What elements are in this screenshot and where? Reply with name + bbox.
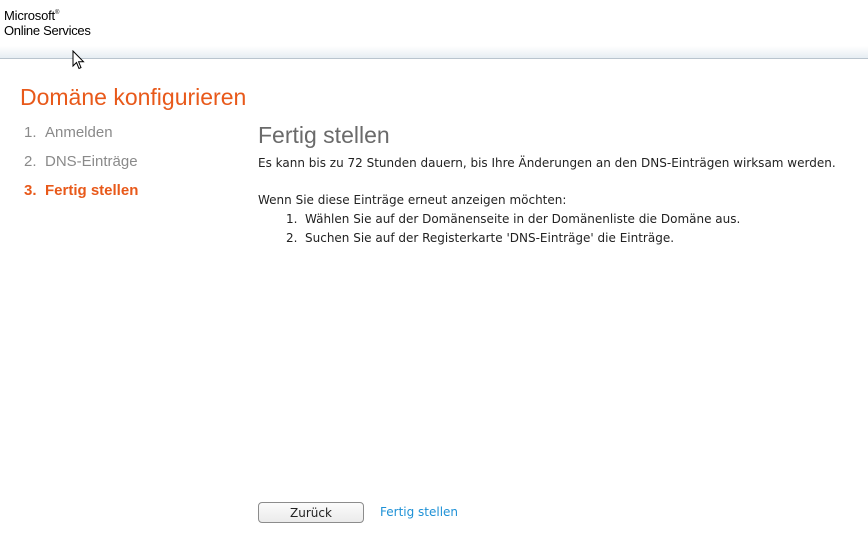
- wizard-steps: 1. Anmelden 2. DNS-Einträge 3. Fertig stell…: [24, 124, 138, 211]
- instructions-list: 1. Wählen Sie auf der Domänenseite in der…: [258, 210, 863, 248]
- step-label: Anmelden: [45, 124, 113, 141]
- step-finish: 3. Fertig stellen: [24, 182, 138, 211]
- step-number: 1.: [24, 124, 37, 141]
- mouse-pointer-icon: [72, 50, 85, 70]
- instruction-item: 1. Wählen Sie auf der Domänenseite in der…: [258, 210, 863, 229]
- instruction-number: 1.: [286, 212, 298, 226]
- step-number: 2.: [24, 153, 37, 170]
- step-number: 3.: [24, 182, 37, 199]
- instructions-intro: Wenn Sie diese Einträge erneut anzeigen …: [258, 193, 567, 207]
- app-header: Microsoft® Online Services: [0, 0, 868, 59]
- step-sign-in[interactable]: 1. Anmelden: [24, 124, 138, 153]
- header-divider-bar: [0, 46, 868, 59]
- brand-subtitle: Online Services: [4, 23, 91, 38]
- step-dns-records[interactable]: 2. DNS-Einträge: [24, 153, 138, 182]
- propagation-notice: Es kann bis zu 72 Stunden dauern, bis Ih…: [258, 156, 836, 170]
- step-label: DNS-Einträge: [45, 153, 138, 170]
- section-title: Fertig stellen: [258, 122, 390, 148]
- finish-link[interactable]: Fertig stellen: [380, 505, 458, 519]
- instruction-item: 2. Suchen Sie auf der Registerkarte 'DNS-…: [258, 229, 863, 248]
- instruction-text: Suchen Sie auf der Registerkarte 'DNS-Ei…: [305, 231, 675, 245]
- microsoft-online-services-logo[interactable]: Microsoft® Online Services: [4, 6, 91, 38]
- brand-name: Microsoft: [4, 8, 55, 23]
- page-title: Domäne konfigurieren: [20, 84, 247, 110]
- main-content: Fertig stellen Es kann bis zu 72 Stunden…: [258, 122, 863, 248]
- back-button[interactable]: Zurück: [258, 502, 364, 523]
- instruction-text: Wählen Sie auf der Domänenseite in der D…: [305, 212, 741, 226]
- step-label: Fertig stellen: [45, 182, 139, 199]
- trademark-mark: ®: [54, 10, 60, 16]
- instruction-number: 2.: [286, 231, 298, 245]
